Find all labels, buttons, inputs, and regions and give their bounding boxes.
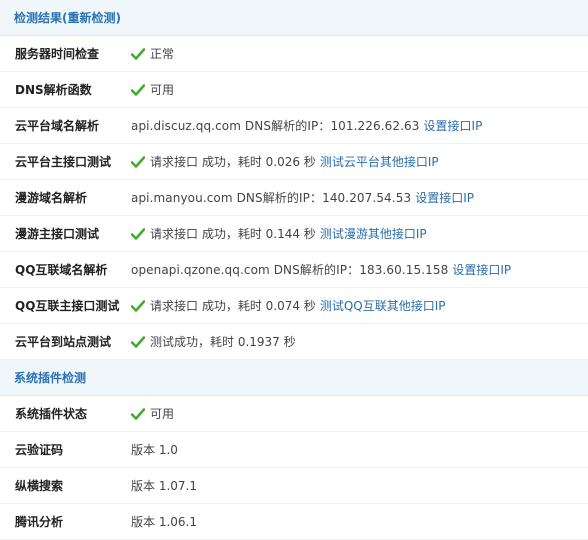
set-interface-ip-link[interactable]: 设置接口IP — [452, 261, 511, 278]
plugin-row-status: 系统插件状态 可用 — [0, 396, 588, 432]
check-icon — [131, 407, 145, 420]
row-label: 云平台域名解析 — [15, 119, 100, 133]
plugin-row-analytics: 腾讯分析 版本 1.06.1 — [0, 504, 588, 540]
row-status-text: 请求接口 成功，耗时 0.026 秒 — [150, 155, 316, 169]
row-status-text: 请求接口 成功，耗时 0.074 秒 — [150, 299, 316, 313]
row-value: 版本 1.0 — [131, 441, 588, 458]
section-title-plugin-check: 系统插件检测 — [14, 371, 87, 385]
row-label: QQ互联域名解析 — [15, 263, 108, 277]
row-value: 测试成功，耗时 0.1937 秒 — [131, 333, 588, 350]
check-row-manyou-interface: 漫游主接口测试 请求接口 成功，耗时 0.144 秒 测试漫游其他接口IP — [0, 216, 588, 252]
check-row-server-time: 服务器时间检查 正常 — [0, 36, 588, 72]
row-label: 纵横搜索 — [15, 479, 64, 493]
check-row-cloud-domain: 云平台域名解析 api.discuz.qq.com DNS解析的IP：101.2… — [0, 108, 588, 144]
check-icon — [131, 335, 145, 348]
check-row-qq-interface: QQ互联主接口测试 请求接口 成功，耗时 0.074 秒 测试QQ互联其他接口I… — [0, 288, 588, 324]
row-label: DNS解析函数 — [15, 83, 92, 97]
section-title-check-results[interactable]: 检测结果(重新检测) — [14, 9, 121, 26]
row-label: 腾讯分析 — [15, 515, 64, 529]
check-icon — [131, 47, 145, 60]
row-status-text: 请求接口 成功，耗时 0.144 秒 — [150, 227, 316, 241]
check-row-manyou-domain: 漫游域名解析 api.manyou.com DNS解析的IP：140.207.5… — [0, 180, 588, 216]
row-label: 漫游主接口测试 — [15, 227, 100, 241]
row-value: 请求接口 成功，耗时 0.026 秒 测试云平台其他接口IP — [131, 153, 588, 170]
row-value: 请求接口 成功，耗时 0.144 秒 测试漫游其他接口IP — [131, 225, 588, 242]
row-value: 可用 — [131, 81, 588, 98]
check-icon — [131, 299, 145, 312]
cloud-check-panel: 检测结果(重新检测) 服务器时间检查 正常 DNS解析函数 可用 云平台域名解析… — [0, 0, 588, 540]
row-status-text: 可用 — [150, 83, 175, 97]
row-value: 版本 1.07.1 — [131, 477, 588, 494]
check-row-dns-function: DNS解析函数 可用 — [0, 72, 588, 108]
test-manyou-other-ip-link[interactable]: 测试漫游其他接口IP — [320, 225, 427, 242]
row-value: 可用 — [131, 405, 588, 422]
row-value: 版本 1.06.1 — [131, 513, 588, 530]
set-interface-ip-link[interactable]: 设置接口IP — [424, 117, 483, 134]
row-value: api.discuz.qq.com DNS解析的IP：101.226.62.63… — [131, 117, 588, 134]
row-label: QQ互联主接口测试 — [15, 299, 120, 313]
row-status-text: 可用 — [150, 407, 175, 421]
check-icon — [131, 83, 145, 96]
row-status-text: 测试成功，耗时 0.1937 秒 — [150, 335, 296, 349]
section-header-plugin-check: 系统插件检测 — [0, 360, 588, 396]
row-value: api.manyou.com DNS解析的IP：140.207.54.53 设置… — [131, 189, 588, 206]
plugin-version-text: 版本 1.06.1 — [131, 515, 197, 529]
row-label: 漫游域名解析 — [15, 191, 88, 205]
plugin-version-text: 版本 1.0 — [131, 443, 178, 457]
plugin-row-search: 纵横搜索 版本 1.07.1 — [0, 468, 588, 504]
plugin-version-text: 版本 1.07.1 — [131, 479, 197, 493]
row-status-text: api.manyou.com DNS解析的IP：140.207.54.53 — [131, 191, 412, 205]
check-row-cloud-to-site: 云平台到站点测试 测试成功，耗时 0.1937 秒 — [0, 324, 588, 360]
row-label: 云平台主接口测试 — [15, 155, 112, 169]
section-header-check-results: 检测结果(重新检测) — [0, 0, 588, 36]
check-row-qq-domain: QQ互联域名解析 openapi.qzone.qq.com DNS解析的IP：1… — [0, 252, 588, 288]
row-value: 请求接口 成功，耗时 0.074 秒 测试QQ互联其他接口IP — [131, 297, 588, 314]
plugin-row-captcha: 云验证码 版本 1.0 — [0, 432, 588, 468]
row-status-text: api.discuz.qq.com DNS解析的IP：101.226.62.63 — [131, 119, 420, 133]
test-cloud-other-ip-link[interactable]: 测试云平台其他接口IP — [320, 153, 439, 170]
row-label: 云验证码 — [15, 443, 64, 457]
row-value: 正常 — [131, 45, 588, 62]
test-qq-other-ip-link[interactable]: 测试QQ互联其他接口IP — [320, 297, 446, 314]
row-status-text: 正常 — [150, 47, 175, 61]
set-interface-ip-link[interactable]: 设置接口IP — [415, 189, 474, 206]
check-row-cloud-interface: 云平台主接口测试 请求接口 成功，耗时 0.026 秒 测试云平台其他接口IP — [0, 144, 588, 180]
row-label: 云平台到站点测试 — [15, 335, 112, 349]
row-value: openapi.qzone.qq.com DNS解析的IP：183.60.15.… — [131, 261, 588, 278]
check-icon — [131, 155, 145, 168]
row-label: 系统插件状态 — [15, 407, 88, 421]
row-status-text: openapi.qzone.qq.com DNS解析的IP：183.60.15.… — [131, 263, 449, 277]
row-label: 服务器时间检查 — [15, 47, 100, 61]
check-icon — [131, 227, 145, 240]
